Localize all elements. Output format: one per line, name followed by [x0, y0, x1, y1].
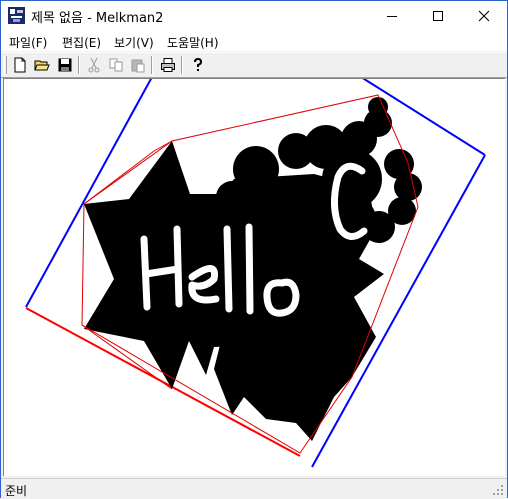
menu-bar: 파일(F) 편집(E) 보기(V) 도움말(H) [1, 31, 507, 51]
print-button[interactable] [159, 56, 177, 74]
maximize-button[interactable] [415, 1, 461, 31]
status-bar: 준비 [1, 478, 507, 499]
copy-icon [109, 58, 123, 72]
minimize-button[interactable] [369, 1, 415, 31]
cut-icon [88, 57, 100, 73]
close-button[interactable] [461, 1, 507, 31]
paste-icon [131, 59, 145, 73]
toolbar-separator [151, 56, 153, 74]
open-button[interactable] [33, 56, 51, 74]
print-icon [161, 58, 175, 72]
help-icon [194, 57, 203, 71]
maximize-icon [433, 11, 443, 21]
close-icon [478, 10, 490, 22]
paste-button[interactable] [129, 56, 147, 74]
drawing-canvas[interactable] [3, 78, 505, 476]
new-button[interactable] [11, 56, 29, 74]
window-title: 제목 없음 - Melkman2 [31, 11, 164, 26]
menu-view[interactable]: 보기(V) [114, 34, 154, 51]
save-button[interactable] [56, 56, 74, 74]
menu-file[interactable]: 파일(F) [9, 34, 47, 51]
copy-button[interactable] [107, 56, 125, 74]
status-text: 준비 [5, 484, 28, 498]
toolbar [1, 52, 507, 78]
save-icon [58, 58, 72, 72]
toolbar-grip[interactable] [4, 56, 7, 74]
resize-grip-icon[interactable] [492, 484, 504, 496]
app-icon [8, 7, 25, 24]
new-file-icon [14, 57, 26, 73]
minimize-icon [387, 16, 397, 17]
title-bar[interactable]: 제목 없음 - Melkman2 [1, 1, 507, 31]
open-folder-icon [34, 60, 50, 71]
hull-drawing [25, 79, 486, 468]
menu-help[interactable]: 도움말(H) [167, 34, 219, 51]
toolbar-separator [78, 56, 80, 74]
toolbar-separator [181, 56, 183, 74]
cloud-shape [199, 97, 422, 441]
menu-edit[interactable]: 편집(E) [62, 34, 101, 51]
cut-button[interactable] [85, 56, 103, 74]
about-button[interactable] [189, 56, 207, 74]
app-window: 제목 없음 - Melkman2 파일(F) 편집(E) 보기(V) 도움말(H… [0, 0, 508, 499]
